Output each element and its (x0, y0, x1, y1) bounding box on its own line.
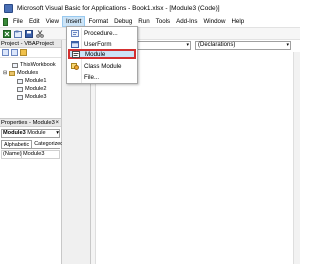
toggle-folders-icon[interactable] (20, 49, 27, 56)
project-panel-title: Project - VBAProject (0, 40, 61, 48)
chevron-down-icon: ▾ (56, 130, 59, 136)
procedure-icon (71, 29, 79, 37)
menu-item-module[interactable]: Module (68, 49, 136, 59)
object-type: Module (27, 130, 46, 136)
folder-icon (9, 70, 15, 76)
menu-item-file[interactable]: File... (68, 72, 136, 82)
menu-item-class-module[interactable]: Class Module (68, 61, 136, 71)
chevron-down-icon: ▾ (286, 42, 289, 48)
excel-icon[interactable] (3, 17, 8, 26)
project-toolbar (0, 48, 61, 58)
title-bar: Microsoft Visual Basic for Applications … (0, 0, 300, 16)
userform-icon (71, 40, 79, 48)
properties-panel: Properties - Module3 × Module3 Module ▾ … (0, 118, 63, 264)
cut-icon[interactable] (36, 29, 44, 38)
tree-item-module2[interactable]: Module2 (0, 85, 61, 93)
menu-item-userform[interactable]: UserForm (68, 39, 136, 49)
menu-window[interactable]: Window (200, 16, 228, 27)
menu-edit[interactable]: Edit (26, 16, 43, 27)
tree-item-thisworkbook[interactable]: ThisWorkbook (0, 61, 61, 69)
menu-file[interactable]: File (10, 16, 26, 27)
vertical-scrollbar[interactable] (293, 52, 300, 264)
module-icon (17, 78, 23, 84)
save-icon[interactable] (25, 29, 33, 38)
close-icon[interactable]: × (55, 119, 59, 127)
project-explorer: Project - VBAProject ThisWorkbook ⊟ Modu… (0, 40, 62, 118)
project-tree: ThisWorkbook ⊟ Modules Module1 Module2 M… (0, 58, 61, 101)
object-name: Module3 (3, 130, 26, 136)
module-icon (17, 94, 23, 100)
excel-view-icon[interactable] (3, 29, 11, 38)
module-icon (72, 50, 80, 58)
vba-app-icon (4, 3, 13, 13)
object-select[interactable]: Module3 Module ▾ (1, 129, 60, 138)
view-object-icon[interactable] (11, 49, 18, 56)
view-code-icon[interactable] (2, 49, 9, 56)
menu-help[interactable]: Help (228, 16, 247, 27)
menu-add-ins[interactable]: Add-Ins (173, 16, 200, 27)
properties-tabs: Alphabetic Categorized (1, 140, 63, 149)
insert-object-icon[interactable] (14, 30, 22, 38)
tree-item-modules[interactable]: ⊟ Modules (0, 69, 61, 77)
property-row[interactable]: (Name) Module3 (1, 150, 60, 159)
workbook-icon (12, 62, 18, 68)
tab-categorized[interactable]: Categorized (32, 140, 65, 148)
property-value[interactable]: Module3 (22, 151, 44, 158)
module-icon (17, 86, 23, 92)
procedure-combo[interactable]: (Declarations) ▾ (195, 41, 291, 50)
menu-view[interactable]: View (43, 16, 62, 27)
insert-menu-dropdown: Procedure... UserForm Module Class Modul… (66, 26, 138, 84)
menu-bar: File Edit View Insert Format Debug Run T… (0, 16, 300, 27)
chevron-down-icon: ▾ (186, 42, 189, 48)
tab-alphabetic[interactable]: Alphabetic (1, 140, 33, 148)
properties-panel-title: Properties - Module3 (0, 119, 61, 127)
tree-item-module1[interactable]: Module1 (0, 77, 61, 85)
standard-toolbar (0, 27, 300, 40)
property-name: (Name) (3, 151, 22, 158)
window-title: Microsoft Visual Basic for Applications … (17, 4, 220, 12)
tree-item-module3[interactable]: Module3 (0, 93, 61, 101)
blank-icon (71, 74, 79, 81)
menu-item-procedure[interactable]: Procedure... (68, 28, 136, 38)
class-module-icon (71, 62, 79, 70)
menu-tools[interactable]: Tools (153, 16, 173, 27)
